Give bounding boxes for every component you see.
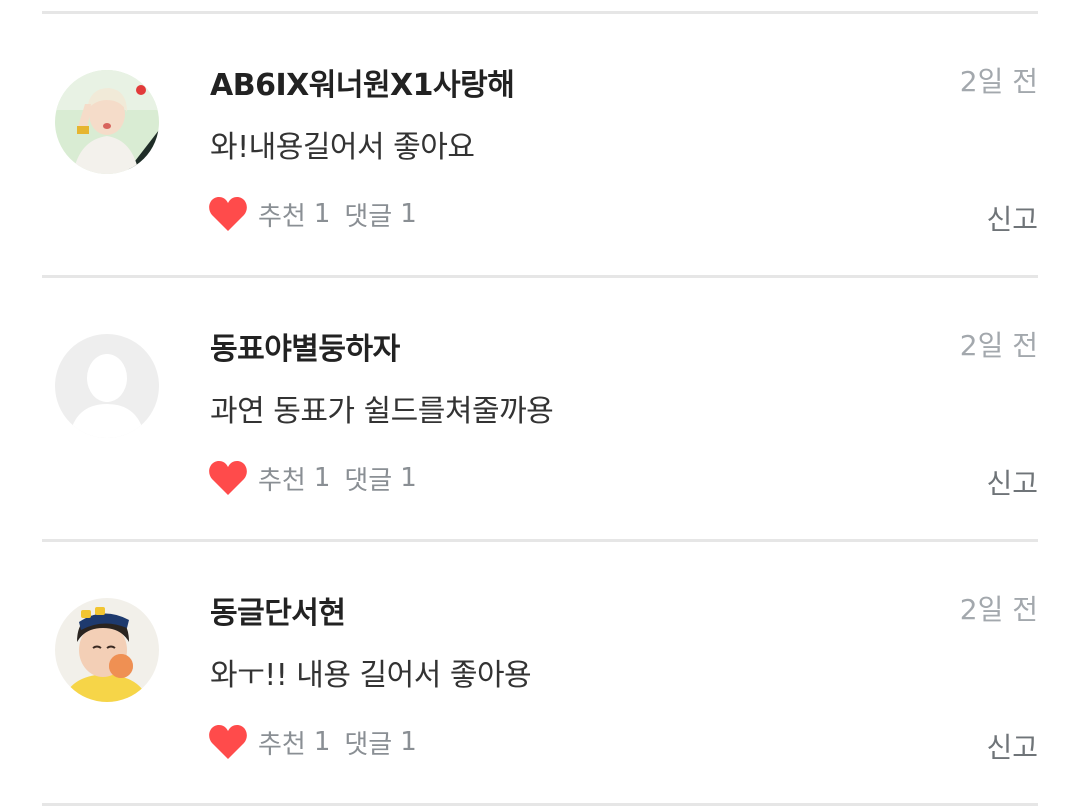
heart-icon[interactable] bbox=[208, 724, 248, 760]
reply-count: 1 bbox=[400, 199, 417, 229]
comment-text: 와ㅜ!! 내용 길어서 좋아용 bbox=[210, 658, 532, 693]
like-label: 추천 bbox=[258, 201, 306, 232]
username[interactable]: AB6IX워너원X1사랑해 bbox=[210, 60, 515, 104]
timestamp: 2일 전 bbox=[959, 65, 1038, 98]
report-button[interactable]: 신고 bbox=[986, 198, 1038, 238]
heart-icon[interactable] bbox=[208, 196, 248, 232]
comment-item: 동글단서현 2일 전 와ㅜ!! 내용 길어서 좋아용 추천 1 댓글 1 신고 bbox=[0, 542, 1080, 804]
reply-count: 1 bbox=[400, 463, 417, 493]
reply-label[interactable]: 댓글 bbox=[344, 460, 392, 497]
timestamp: 2일 전 bbox=[959, 329, 1038, 362]
timestamp: 2일 전 bbox=[959, 593, 1038, 626]
comment-text: 과연 동표가 쉴드를쳐줄까용 bbox=[210, 394, 554, 429]
profile-photo-icon bbox=[55, 598, 159, 702]
like-label: 추천 bbox=[258, 729, 306, 760]
comment-actions: 추천 1 댓글 1 bbox=[208, 192, 417, 236]
comment-actions: 추천 1 댓글 1 bbox=[208, 456, 417, 500]
username[interactable]: 동글단서현 bbox=[210, 588, 346, 632]
reply-label[interactable]: 댓글 bbox=[344, 196, 392, 233]
like-count: 1 bbox=[313, 463, 331, 493]
report-button[interactable]: 신고 bbox=[986, 726, 1038, 766]
like-count: 1 bbox=[313, 199, 331, 229]
comment-text: 와!내용길어서 좋아요 bbox=[210, 130, 475, 165]
comment-actions: 추천 1 댓글 1 bbox=[208, 720, 417, 764]
avatar[interactable] bbox=[55, 598, 159, 702]
profile-photo-icon bbox=[55, 70, 159, 174]
heart-icon[interactable] bbox=[208, 460, 248, 496]
reply-count: 1 bbox=[400, 727, 417, 757]
comment-item: AB6IX워너원X1사랑해 2일 전 와!내용길어서 좋아요 추천 1 댓글 1… bbox=[0, 14, 1080, 276]
default-avatar-icon bbox=[55, 334, 159, 438]
report-button[interactable]: 신고 bbox=[986, 462, 1038, 502]
like-count: 1 bbox=[313, 727, 331, 757]
username[interactable]: 동표야별둥하자 bbox=[210, 324, 400, 368]
reply-label[interactable]: 댓글 bbox=[344, 724, 392, 761]
comment-item: 동표야별둥하자 2일 전 과연 동표가 쉴드를쳐줄까용 추천 1 댓글 1 신고 bbox=[0, 278, 1080, 540]
avatar[interactable] bbox=[55, 70, 159, 174]
bottom-divider bbox=[42, 803, 1038, 806]
avatar[interactable] bbox=[55, 334, 159, 438]
like-label: 추천 bbox=[258, 465, 306, 496]
